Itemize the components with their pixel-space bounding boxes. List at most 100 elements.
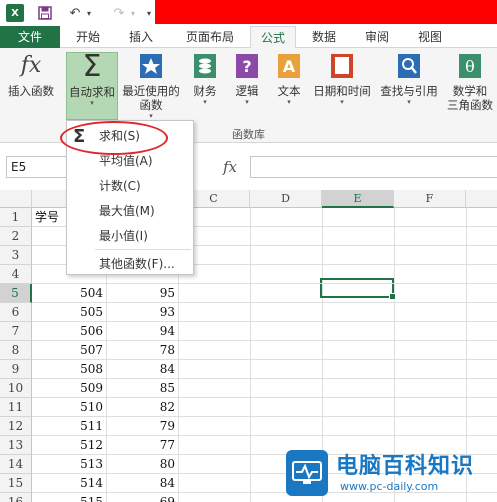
tab-home[interactable]: 开始	[66, 26, 110, 48]
row-header[interactable]: 11	[0, 398, 32, 417]
row-header[interactable]: 1	[0, 208, 32, 227]
row-header[interactable]: 8	[0, 341, 32, 360]
tab-file[interactable]: 文件	[0, 26, 60, 48]
autosum-button[interactable]: Σ 自动求和 ▾	[66, 52, 118, 120]
magnifier-icon	[396, 52, 422, 80]
cell-b[interactable]: 93	[106, 303, 178, 322]
row-header[interactable]: 3	[0, 246, 32, 265]
row-header[interactable]: 15	[0, 474, 32, 493]
column-header-e[interactable]: E	[322, 190, 394, 208]
cell-a[interactable]: 505	[32, 303, 106, 322]
recent-functions-label-1: 最近使用的	[122, 84, 180, 98]
column-header-f[interactable]: F	[394, 190, 466, 208]
cell-b[interactable]: 80	[106, 455, 178, 474]
menu-item-max[interactable]: 最大值(M)	[67, 199, 193, 224]
redo-dropdown-icon[interactable]: ▾	[128, 4, 138, 22]
redo-icon[interactable]: ↷	[110, 4, 128, 22]
cell-a[interactable]: 514	[32, 474, 106, 493]
title-highlight-bar	[155, 0, 497, 24]
cell-a[interactable]: 511	[32, 417, 106, 436]
menu-item-min[interactable]: 最小值(I)	[67, 224, 193, 249]
tab-view[interactable]: 视图	[408, 26, 452, 48]
cell-a[interactable]: 508	[32, 360, 106, 379]
customize-toolbar-icon[interactable]: ▾	[145, 4, 153, 22]
svg-text:?: ?	[242, 57, 251, 76]
cell-b[interactable]: 94	[106, 322, 178, 341]
datetime-button[interactable]: 日期和时间 ▾	[310, 52, 374, 106]
column-header-d[interactable]: D	[250, 190, 322, 208]
text-dropdown-icon[interactable]: ▾	[272, 98, 306, 106]
excel-app-icon[interactable]: X	[6, 4, 24, 22]
menu-item-count-label: 计数(C)	[99, 179, 141, 193]
cell-a[interactable]: 513	[32, 455, 106, 474]
cell-a[interactable]: 506	[32, 322, 106, 341]
cell-b[interactable]: 79	[106, 417, 178, 436]
recent-functions-label-2: 函数	[139, 98, 163, 112]
selected-cell-e5[interactable]	[320, 278, 396, 300]
menu-item-min-label: 最小值(I)	[99, 229, 148, 243]
save-icon[interactable]	[36, 4, 54, 22]
datetime-dropdown-icon[interactable]: ▾	[310, 98, 374, 106]
row-header[interactable]: 16	[0, 493, 32, 502]
cell-a[interactable]: 515	[32, 493, 106, 502]
undo-dropdown-icon[interactable]: ▾	[84, 4, 94, 22]
watermark: 电脑百科知识 www.pc-daily.com	[286, 446, 497, 502]
logical-button[interactable]: ? 逻辑 ▾	[230, 52, 264, 106]
financial-button[interactable]: 财务 ▾	[188, 52, 222, 106]
recent-functions-button[interactable]: 最近使用的 函数 ▾	[120, 52, 182, 120]
row-header[interactable]: 14	[0, 455, 32, 474]
tab-review[interactable]: 审阅	[354, 26, 400, 48]
cell-b[interactable]: 82	[106, 398, 178, 417]
star-icon	[138, 52, 164, 80]
row-header[interactable]: 13	[0, 436, 32, 455]
recent-functions-dropdown-icon[interactable]: ▾	[120, 112, 182, 120]
row-header[interactable]: 6	[0, 303, 32, 322]
row-header[interactable]: 4	[0, 265, 32, 284]
text-label: 文本	[277, 84, 301, 98]
select-all-corner[interactable]	[0, 190, 32, 208]
menu-item-average-label: 平均值(A)	[99, 154, 153, 168]
menu-item-count[interactable]: 计数(C)	[67, 174, 193, 199]
cell-b[interactable]: 78	[106, 341, 178, 360]
tab-formulas[interactable]: 公式	[250, 26, 296, 49]
financial-dropdown-icon[interactable]: ▾	[188, 98, 222, 106]
math-trig-label-2: 三角函数	[447, 98, 493, 112]
column-header-g[interactable]	[466, 190, 497, 208]
row-header[interactable]: 9	[0, 360, 32, 379]
lookup-dropdown-icon[interactable]: ▾	[376, 98, 442, 106]
math-trig-button[interactable]: θ 数学和 三角函数	[444, 52, 496, 112]
logical-dropdown-icon[interactable]: ▾	[230, 98, 264, 106]
cell-b[interactable]: 84	[106, 474, 178, 493]
watermark-logo-icon	[286, 450, 328, 496]
cell-a[interactable]: 512	[32, 436, 106, 455]
tab-page-layout[interactable]: 页面布局	[172, 26, 248, 48]
cell-b[interactable]: 84	[106, 360, 178, 379]
cell-a[interactable]: 507	[32, 341, 106, 360]
cell-b[interactable]: 85	[106, 379, 178, 398]
insert-function-fx-icon[interactable]: fx	[212, 156, 248, 178]
autosum-dropdown-icon[interactable]: ▾	[67, 99, 117, 107]
cell-a[interactable]: 504	[32, 284, 106, 303]
row-header[interactable]: 7	[0, 322, 32, 341]
undo-icon[interactable]: ↶	[66, 4, 84, 22]
row-header[interactable]: 2	[0, 227, 32, 246]
fx-icon: fx	[20, 53, 42, 78]
cell-b[interactable]: 69	[106, 493, 178, 502]
row-header[interactable]: 5	[0, 284, 32, 303]
cell-a[interactable]: 510	[32, 398, 106, 417]
row-header[interactable]: 10	[0, 379, 32, 398]
menu-item-more-functions[interactable]: 其他函数(F)...	[67, 252, 193, 277]
row-header[interactable]: 12	[0, 417, 32, 436]
text-button[interactable]: A 文本 ▾	[272, 52, 306, 106]
cell-b[interactable]: 77	[106, 436, 178, 455]
autosum-label: 自动求和	[69, 85, 115, 99]
financial-label: 财务	[193, 84, 217, 98]
lookup-button[interactable]: 查找与引用 ▾	[376, 52, 442, 106]
cell-a[interactable]: 509	[32, 379, 106, 398]
tab-insert[interactable]: 插入	[118, 26, 164, 48]
insert-function-button[interactable]: fx 插入函数	[2, 52, 60, 99]
title-bar: X ↶ ▾ ↷ ▾ ▾	[0, 0, 497, 26]
tab-data[interactable]: 数据	[302, 26, 346, 48]
formula-input[interactable]	[250, 156, 497, 178]
cell-b[interactable]: 95	[106, 284, 178, 303]
